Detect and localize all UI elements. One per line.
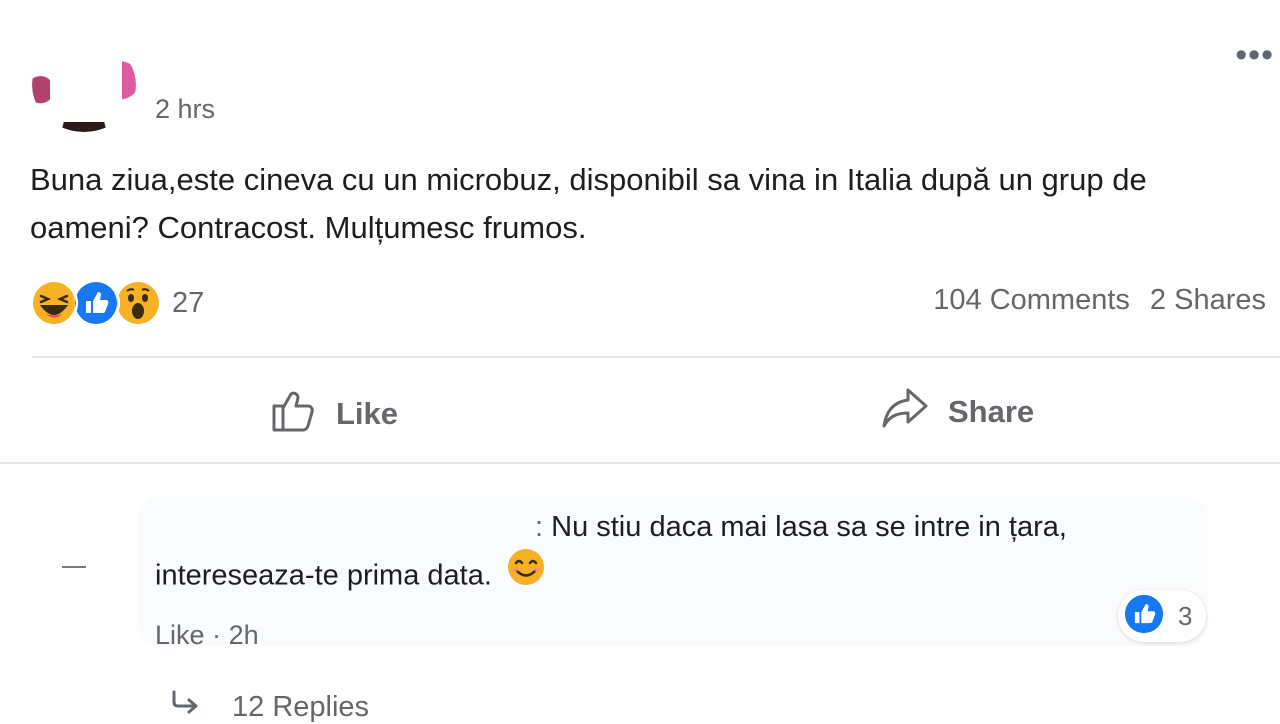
meta-dot: · [212, 620, 222, 650]
more-options-icon[interactable]: ••• [1235, 36, 1274, 75]
thumbs-up-icon [270, 386, 318, 442]
comment-meta: Like · 2h [155, 620, 259, 651]
like-icon [1124, 594, 1164, 639]
reply-arrow-icon [170, 690, 202, 724]
like-button[interactable]: Like [270, 386, 398, 442]
share-arrow-icon [880, 386, 930, 438]
commenter-avatar[interactable] [62, 566, 86, 568]
haha-icon [30, 279, 78, 327]
comment-reaction-count: 3 [1178, 600, 1193, 631]
wow-icon [114, 279, 162, 327]
comment-body: Nu stiu daca mai lasa sa se intre in țar… [155, 511, 1067, 592]
replies-label: 12 Replies [232, 690, 370, 723]
like-button-label: Like [336, 396, 399, 431]
comment-text: : Nu stiu daca mai lasa sa se intre in ț… [155, 504, 1195, 604]
divider [32, 356, 1280, 358]
divider [0, 462, 1280, 464]
comment-like-link[interactable]: Like [155, 620, 205, 650]
reaction-summary[interactable]: 27 [30, 279, 205, 327]
share-button-label: Share [948, 394, 1035, 429]
comment-author-separator: : [535, 511, 544, 543]
poster-avatar[interactable] [32, 38, 136, 132]
post-text: Buna ziua,este cineva cu un microbuz, di… [30, 162, 1147, 245]
post-stats: 104 Comments 2 Shares [933, 284, 1266, 317]
post-time[interactable]: 2 hrs [155, 94, 215, 125]
like-icon [72, 279, 120, 327]
comment-reactions[interactable]: 3 [1118, 590, 1206, 642]
comments-count-link[interactable]: 104 Comments [933, 284, 1130, 317]
share-button[interactable]: Share [880, 386, 1034, 438]
comment-time[interactable]: 2h [229, 620, 259, 650]
smiling-face-icon [506, 547, 546, 601]
view-replies-link[interactable]: 12 Replies [170, 690, 369, 724]
shares-count-link[interactable]: 2 Shares [1150, 284, 1266, 317]
reaction-count: 27 [172, 286, 205, 319]
